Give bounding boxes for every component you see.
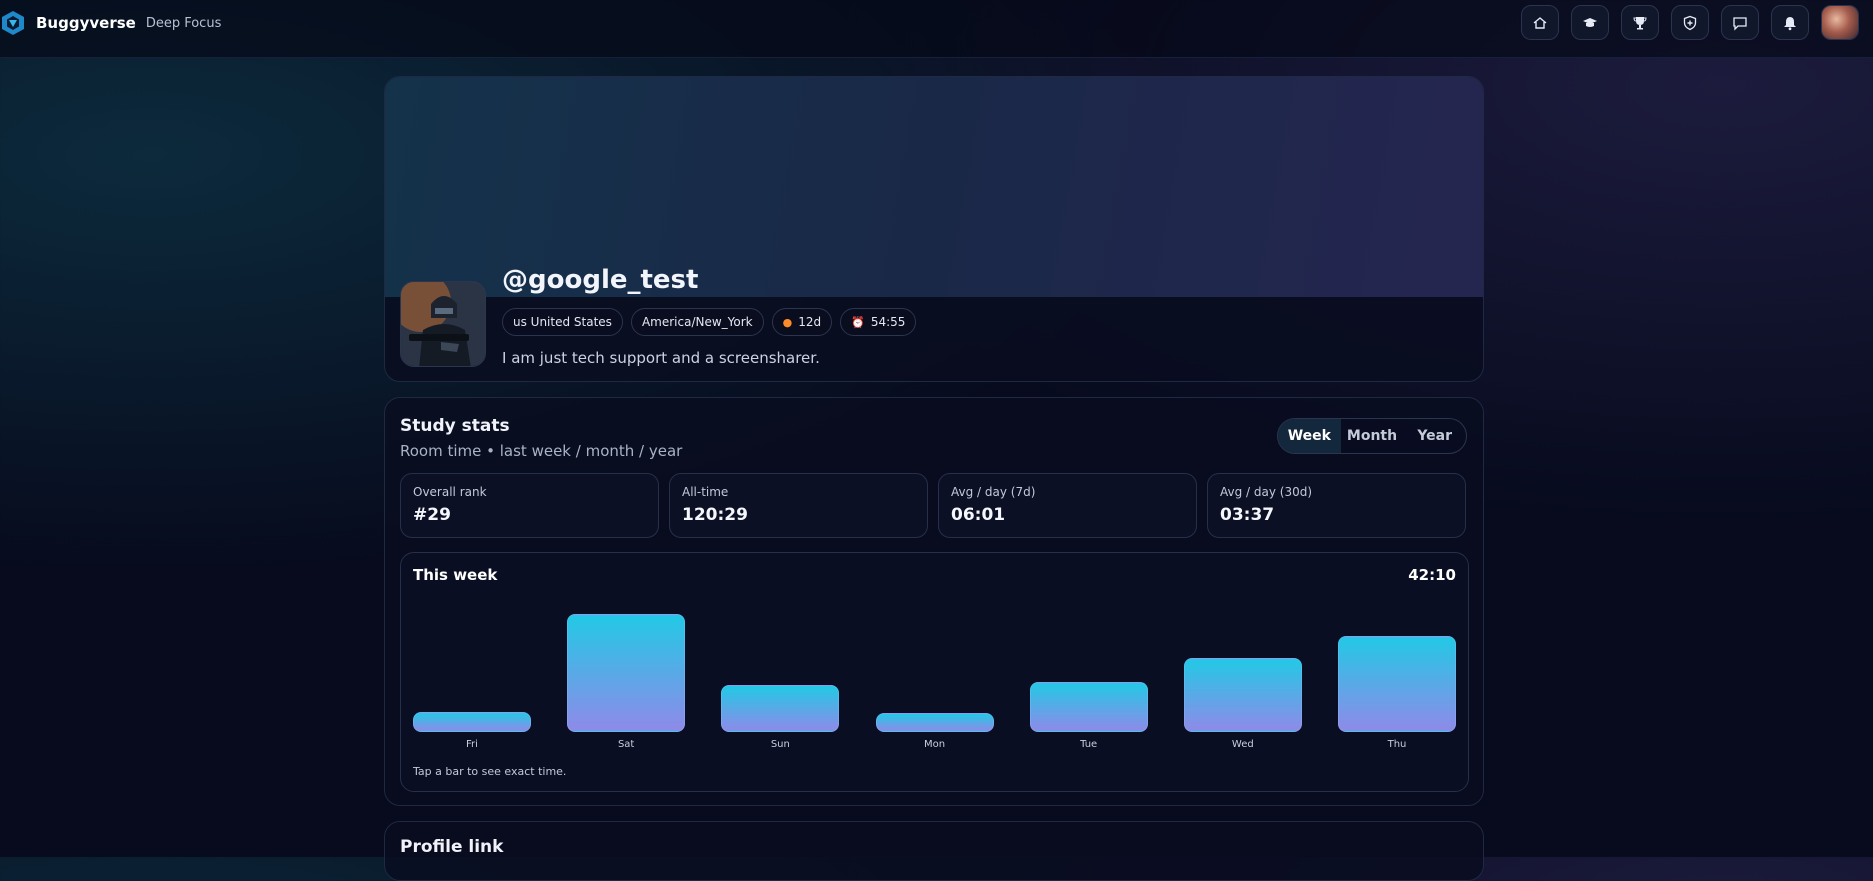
bar-label-wed: Wed	[1231, 739, 1254, 750]
metric-value: 120:29	[682, 505, 748, 525]
bar-label-sat: Sat	[617, 739, 635, 750]
bar-label-tue: Tue	[1080, 739, 1098, 750]
timer-label: 54:55	[870, 315, 906, 329]
messages-button[interactable]	[1721, 5, 1759, 40]
country-chip: us United States	[502, 308, 623, 336]
metric-overall-rank: Overall rank #29	[400, 473, 659, 538]
bar-wed[interactable]	[1183, 658, 1302, 732]
bar-label-fri: Fri	[466, 739, 478, 750]
profile-banner	[385, 77, 1483, 297]
app-subtitle: Deep Focus	[145, 15, 222, 31]
week-chart-hint: Tap a bar to see exact time.	[413, 765, 567, 778]
timezone-label: America/New_York	[641, 315, 753, 329]
bar-thu[interactable]	[1338, 635, 1456, 732]
metric-label: Avg / day (7d)	[951, 485, 1036, 499]
metric-label: Overall rank	[413, 485, 487, 499]
profile-avatar	[400, 281, 486, 367]
bar-mon[interactable]	[875, 713, 994, 732]
week-chart-title: This week	[413, 566, 498, 584]
profile-link-card: Profile link	[384, 821, 1484, 881]
nav-buttons	[1509, 5, 1859, 40]
week-bars	[413, 592, 1456, 732]
bar-column-thu	[1338, 592, 1456, 732]
bar-sun[interactable]	[721, 684, 840, 732]
profile-link-title: Profile link	[400, 837, 504, 857]
streak-label: 12d	[798, 315, 822, 329]
top-bar: Buggyverse Deep Focus	[0, 0, 1873, 58]
trophy-icon	[1633, 16, 1647, 29]
metrics-row: Overall rank #29 All-time 120:29 Avg / d…	[400, 473, 1469, 538]
stats-subtitle: Room time • last week / month / year	[400, 442, 683, 460]
bar-column-tue	[1029, 592, 1148, 732]
bar-fri[interactable]	[413, 712, 531, 732]
week-chart: This week 42:10 Fri Sat Sun Mon Tue Wed Thu Ta…	[400, 552, 1469, 792]
brand[interactable]: Buggyverse Deep Focus	[0, 9, 221, 37]
metric-avg-7d: Avg / day (7d) 06:01	[938, 473, 1197, 538]
period-year-button[interactable]: Year	[1403, 419, 1466, 453]
moderation-button[interactable]	[1671, 5, 1709, 40]
bar-column-sat	[567, 592, 686, 732]
metric-avg-30d: Avg / day (30d) 03:37	[1207, 473, 1466, 538]
study-stats-card: Study stats Room time • last week / mont…	[384, 397, 1484, 806]
week-total: 42:10	[1408, 566, 1456, 584]
buggyverse-logo-icon	[2, 11, 24, 35]
profile-card: @google_test us United States America/Ne…	[384, 76, 1484, 382]
metric-label: All-time	[682, 485, 729, 499]
bar-label-mon: Mon	[923, 739, 946, 750]
alarm-clock-icon: ⏰	[851, 315, 865, 329]
country-label: us United States	[513, 315, 612, 329]
user-avatar-button[interactable]	[1821, 5, 1859, 40]
bar-tue[interactable]	[1029, 681, 1148, 732]
bar-column-wed	[1183, 592, 1302, 732]
home-icon	[1533, 16, 1547, 29]
metric-label: Avg / day (30d)	[1220, 485, 1313, 499]
leaderboard-button[interactable]	[1621, 5, 1659, 40]
metric-all-time: All-time 120:29	[669, 473, 928, 538]
period-month-button[interactable]: Month	[1341, 419, 1404, 453]
timezone-chip: America/New_York	[630, 308, 764, 336]
notifications-button[interactable]	[1771, 5, 1809, 40]
bar-sat[interactable]	[567, 614, 686, 732]
bar-label-thu: Thu	[1387, 739, 1407, 750]
fire-icon: ●	[782, 315, 793, 329]
graduation-cap-icon	[1583, 17, 1597, 27]
courses-button[interactable]	[1571, 5, 1609, 40]
home-button[interactable]	[1521, 5, 1559, 40]
shield-plus-icon	[1683, 15, 1697, 30]
chat-icon	[1733, 16, 1747, 31]
bell-icon	[1784, 16, 1796, 30]
profile-chips: us United States America/New_York ● 12d …	[502, 308, 924, 336]
soldier-avatar-image	[401, 282, 485, 366]
metric-value: #29	[413, 505, 451, 525]
app-name: Buggyverse	[36, 14, 136, 32]
streak-chip: ● 12d	[771, 308, 833, 336]
bar-column-mon	[875, 592, 994, 732]
profile-bio: I am just tech support and a screenshare…	[502, 349, 820, 367]
user-avatar	[1822, 6, 1858, 39]
bar-column-sun	[721, 592, 840, 732]
stats-title: Study stats	[400, 416, 510, 436]
period-selector: Week Month Year	[1277, 418, 1467, 454]
timer-chip: ⏰ 54:55	[840, 308, 917, 336]
bar-label-sun: Sun	[770, 739, 790, 750]
profile-handle: @google_test	[502, 265, 699, 295]
period-week-button[interactable]: Week	[1278, 419, 1341, 453]
metric-value: 06:01	[951, 505, 1006, 525]
bar-column-fri	[413, 592, 531, 732]
metric-value: 03:37	[1220, 505, 1275, 525]
